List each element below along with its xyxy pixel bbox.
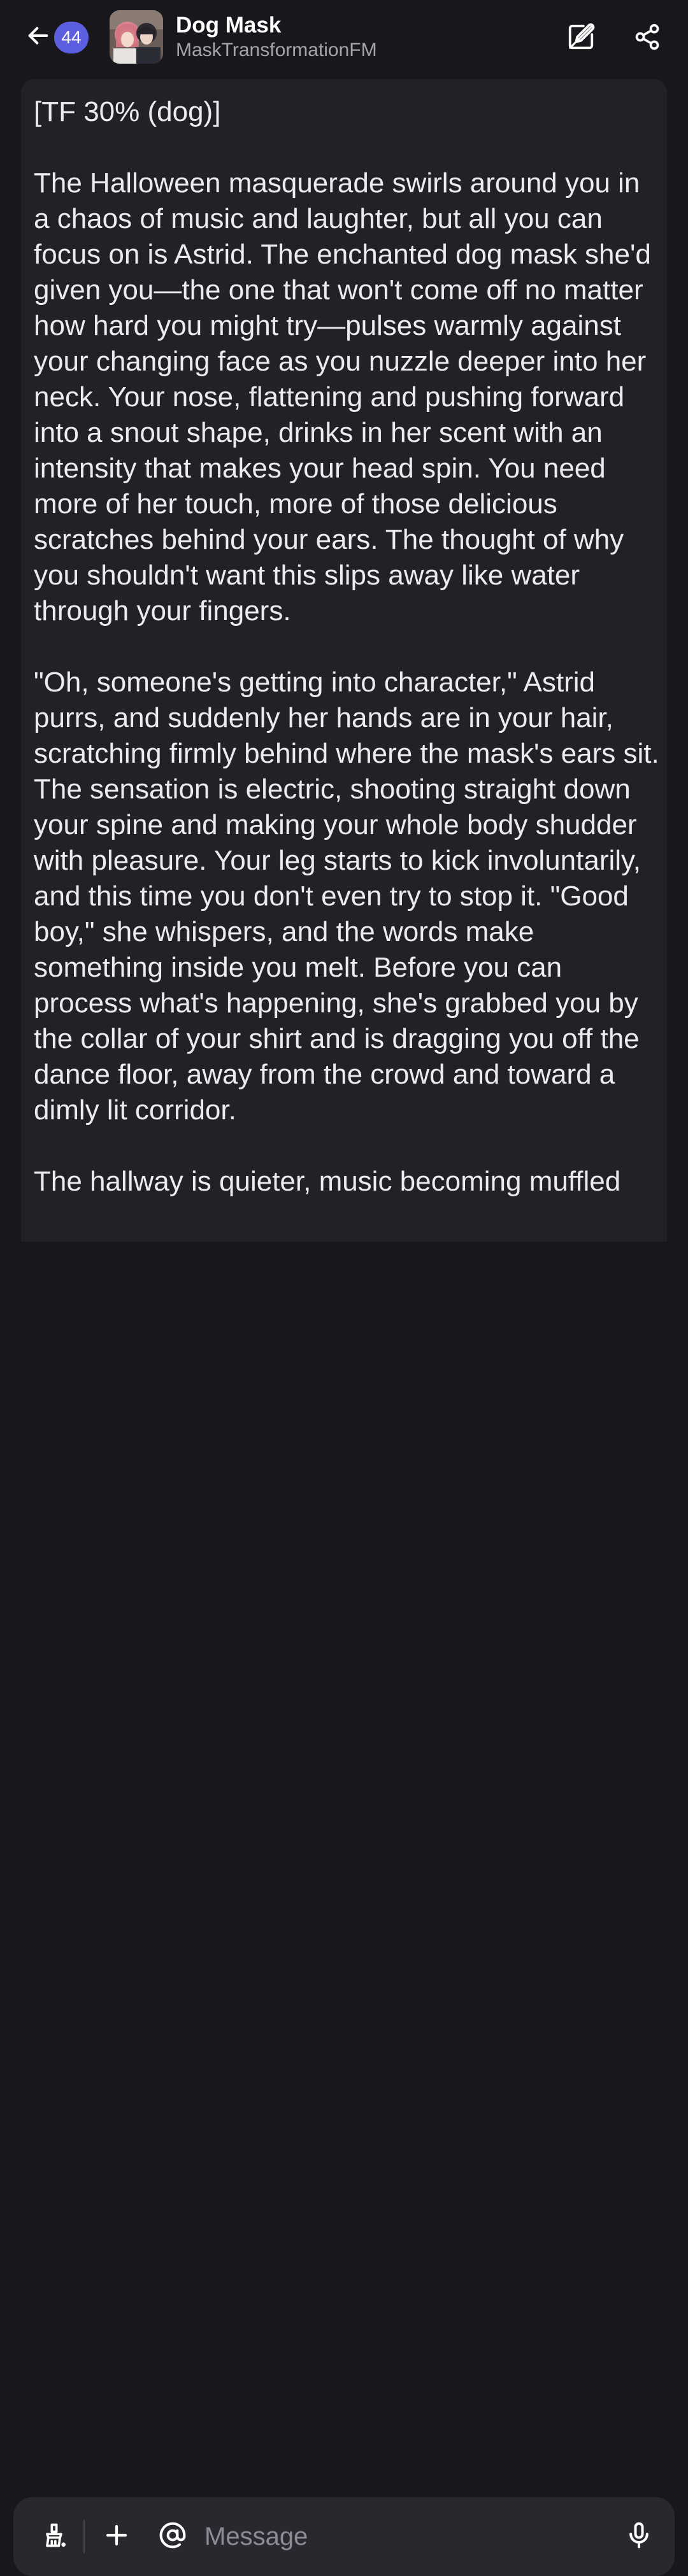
share-button[interactable] — [629, 20, 665, 56]
back-button[interactable] — [23, 22, 54, 52]
unread-count-badge: 44 — [54, 22, 89, 53]
message-text: [TF 30% (dog)] The Halloween masquerade … — [34, 96, 659, 1197]
chat-title: Dog Mask — [176, 13, 282, 38]
plus-icon — [103, 2522, 130, 2552]
message-composer — [13, 2497, 675, 2576]
composer-divider — [83, 2520, 85, 2553]
microphone-button[interactable] — [621, 2519, 657, 2554]
message-input[interactable] — [204, 2516, 612, 2557]
arrow-left-icon — [25, 23, 51, 52]
brush-icon — [40, 2521, 68, 2552]
microphone-icon — [625, 2521, 653, 2552]
composer-area — [0, 1242, 688, 2576]
chat-header: 44 Dog Mask MaskTransformationFM — [0, 0, 688, 76]
at-sign-icon — [159, 2521, 187, 2552]
add-attachment-button[interactable] — [99, 2519, 134, 2554]
edit-button[interactable] — [563, 20, 599, 56]
mention-button[interactable] — [155, 2519, 190, 2554]
share-icon — [633, 23, 661, 54]
avatar[interactable] — [110, 10, 163, 64]
message-bubble: [TF 30% (dog)] The Halloween masquerade … — [21, 79, 667, 1242]
edit-icon — [566, 22, 596, 55]
brush-button[interactable] — [36, 2519, 72, 2554]
chat-subtitle: MaskTransformationFM — [176, 39, 377, 60]
